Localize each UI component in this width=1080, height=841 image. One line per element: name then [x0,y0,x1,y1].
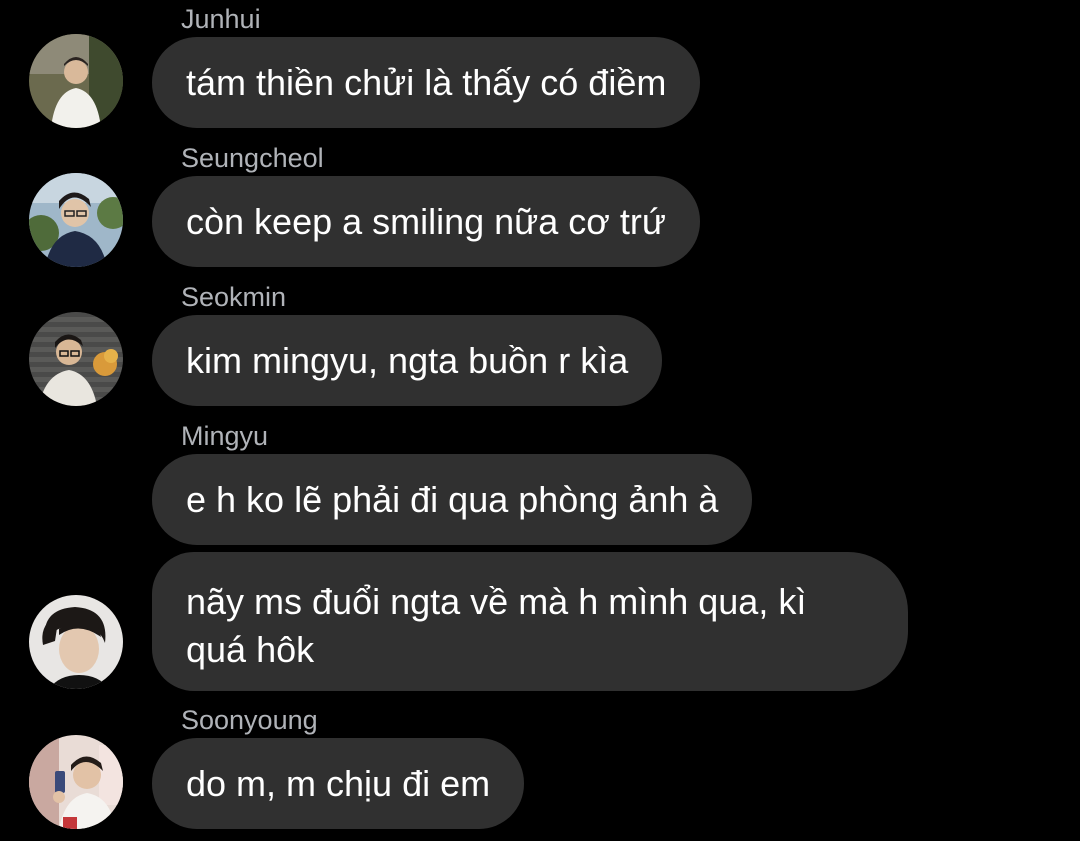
sender-name-seokmin: Seokmin [181,282,287,312]
message-text: còn keep a smiling nữa cơ trứ [186,201,667,242]
message-bubble-2[interactable]: còn keep a smiling nữa cơ trứ [152,176,701,267]
message-bubble-6[interactable]: do m, m chịu đi em [152,738,525,829]
sender-name-mingyu: Mingyu [181,421,269,451]
message-bubble-3[interactable]: kim mingyu, ngta buồn r kìa [152,315,663,406]
sender-name-seungcheol: Seungcheol [181,143,324,173]
message-bubble-1[interactable]: tám thiền chửi là thấy có điềm [152,37,701,128]
avatar-junhui[interactable] [29,34,123,128]
message-bubble-5[interactable]: nãy ms đuổi ngta về mà h mình qua, kì qu… [152,552,908,691]
message-text: kim mingyu, ngta buồn r kìa [186,340,629,381]
message-bubble-4[interactable]: e h ko lẽ phải đi qua phòng ảnh à [152,454,753,545]
message-text: do m, m chịu đi em [186,763,491,804]
message-text: e h ko lẽ phải đi qua phòng ảnh à [186,479,719,520]
message-text: nãy ms đuổi ngta về mà h mình qua, kì qu… [186,581,807,670]
sender-name-soonyoung: Soonyoung [181,705,318,735]
sender-name-junhui: Junhui [181,4,261,34]
avatar-soonyoung[interactable] [29,735,123,829]
avatar-seungcheol[interactable] [29,173,123,267]
avatar-seokmin[interactable] [29,312,123,406]
message-text: tám thiền chửi là thấy có điềm [186,62,667,103]
avatar-mingyu[interactable] [29,595,123,689]
